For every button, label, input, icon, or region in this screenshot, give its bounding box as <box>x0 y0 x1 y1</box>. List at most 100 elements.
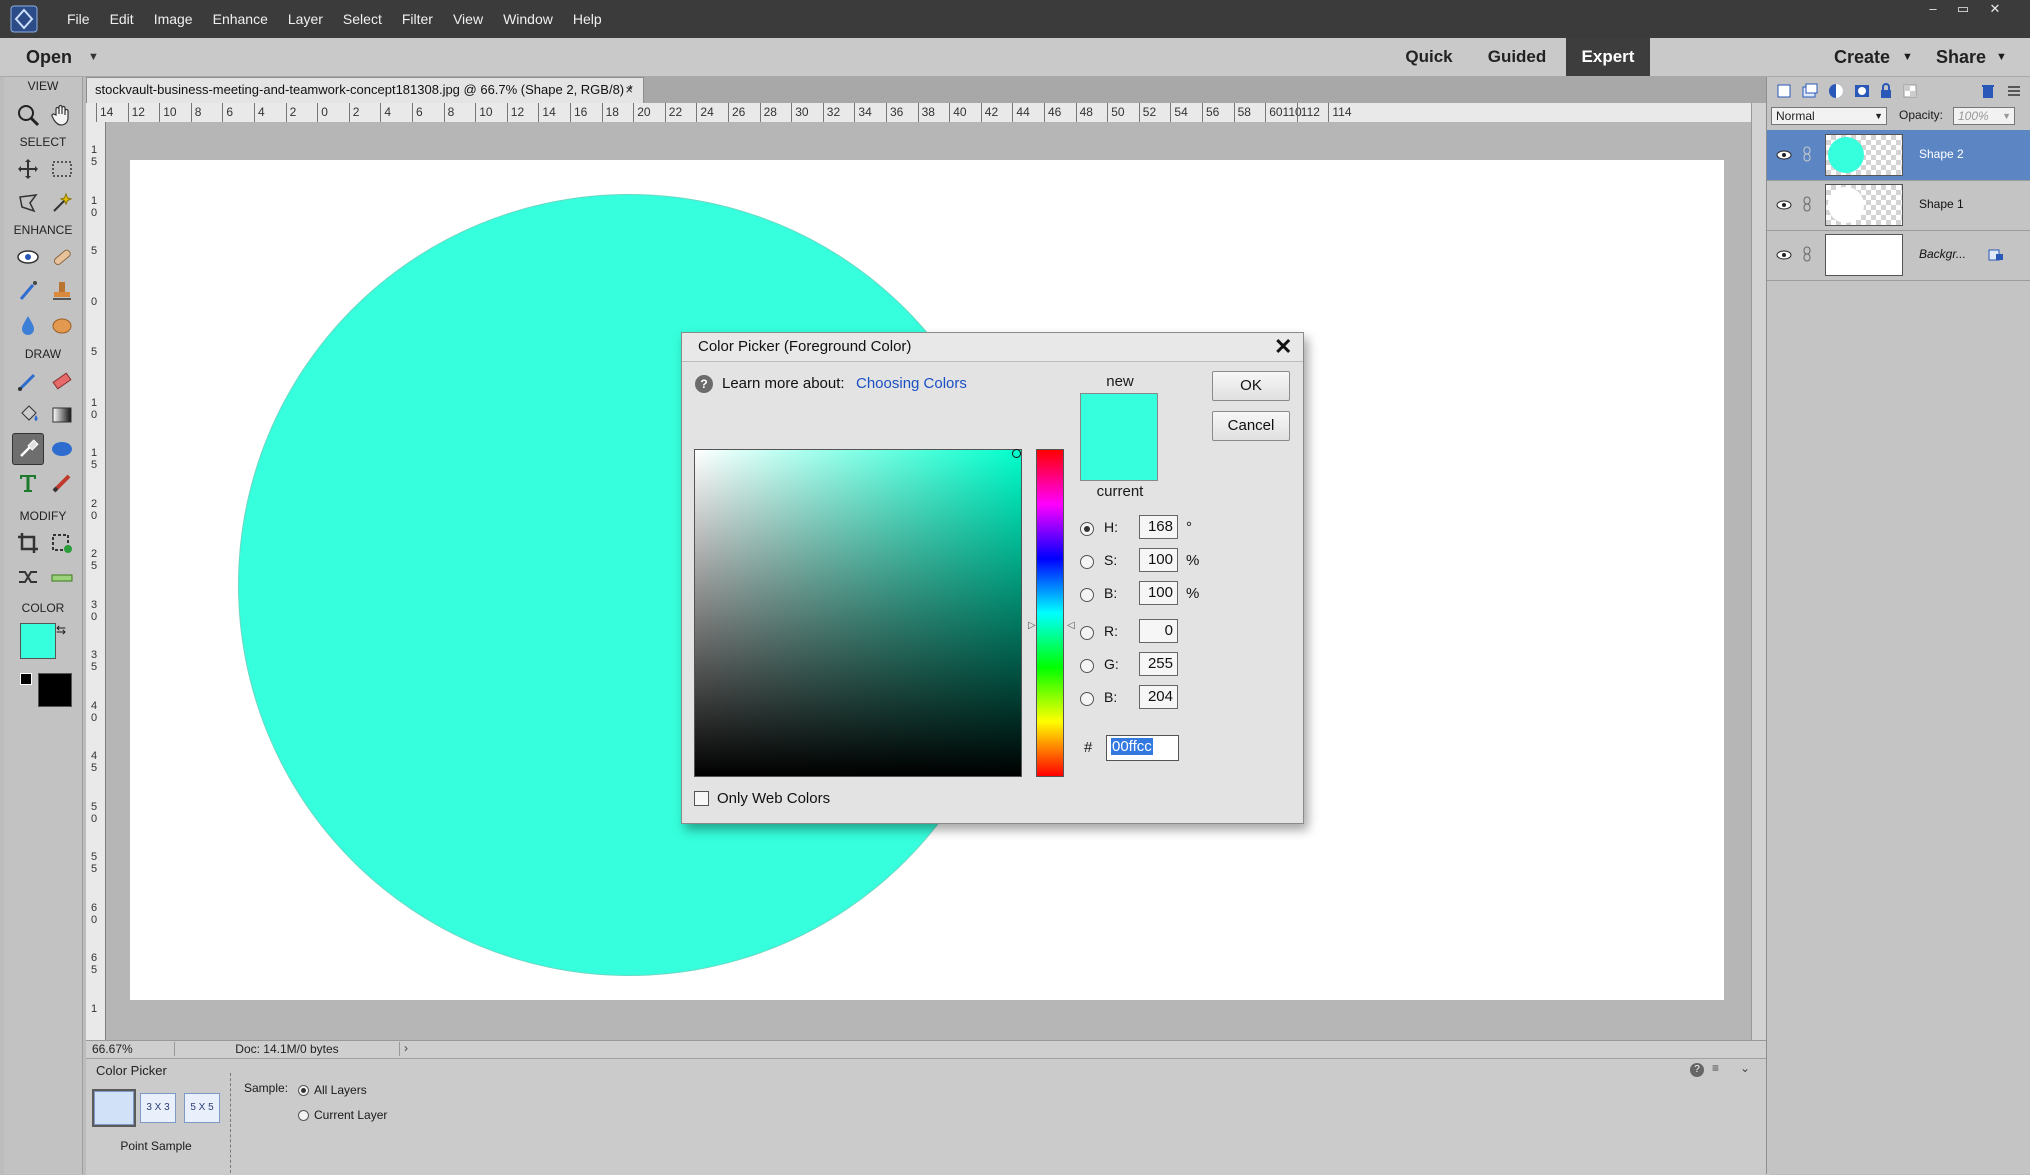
app-logo-icon[interactable] <box>10 5 38 33</box>
only-web-colors-label[interactable]: Only Web Colors <box>717 790 830 807</box>
paint-bucket-tool[interactable] <box>12 399 44 431</box>
new-group-icon[interactable] <box>1801 82 1819 100</box>
current-color-swatch[interactable] <box>1081 437 1157 480</box>
point-sample-button[interactable] <box>94 1091 134 1125</box>
link-icon[interactable] <box>1802 196 1812 212</box>
blur-tool[interactable] <box>12 309 44 341</box>
document-tab[interactable]: stockvault-business-meeting-and-teamwork… <box>86 77 644 103</box>
open-button[interactable]: Open <box>26 38 72 76</box>
menu-window[interactable]: Window <box>493 0 563 38</box>
only-web-colors-checkbox[interactable] <box>694 791 709 806</box>
share-button[interactable]: Share <box>1936 38 1986 76</box>
clone-stamp-tool[interactable] <box>46 275 78 307</box>
menu-filter[interactable]: Filter <box>392 0 443 38</box>
spot-healing-tool[interactable] <box>46 241 78 273</box>
brightness-input[interactable]: 100 <box>1139 581 1178 605</box>
saturation-input[interactable]: 100 <box>1139 548 1178 572</box>
lasso-tool[interactable] <box>12 187 44 219</box>
delete-layer-icon[interactable] <box>1979 82 1997 100</box>
brush-tool[interactable] <box>12 365 44 397</box>
eraser-tool[interactable] <box>46 365 78 397</box>
sample-5x5-button[interactable]: 5 X 5 <box>184 1093 220 1123</box>
new-layer-icon[interactable] <box>1775 82 1793 100</box>
menu-file[interactable]: File <box>57 0 100 38</box>
pencil-tool[interactable] <box>46 467 78 499</box>
sample-current-layer-label[interactable]: Current Layer <box>314 1108 387 1122</box>
link-icon[interactable] <box>1802 246 1812 262</box>
saturation-radio[interactable] <box>1080 555 1094 569</box>
maximize-button[interactable]: ▭ <box>1948 0 1978 18</box>
brightness-radio[interactable] <box>1080 588 1094 602</box>
hue-slider-left-arrow-icon[interactable]: ▷ <box>1028 620 1036 631</box>
green-radio[interactable] <box>1080 659 1094 673</box>
blue-radio[interactable] <box>1080 692 1094 706</box>
create-button[interactable]: Create <box>1834 38 1890 76</box>
mode-expert[interactable]: Expert <box>1566 38 1650 76</box>
sponge-tool[interactable] <box>46 309 78 341</box>
saturation-brightness-field[interactable] <box>694 449 1022 777</box>
layer-row-background[interactable]: Backgr... <box>1767 230 2030 281</box>
move-tool[interactable] <box>12 153 44 185</box>
link-icon[interactable] <box>1802 146 1812 162</box>
visibility-eye-icon[interactable] <box>1775 246 1793 264</box>
blue-input[interactable]: 204 <box>1139 685 1178 709</box>
options-menu-icon[interactable]: ≡ <box>1712 1061 1719 1075</box>
hue-slider-right-arrow-icon[interactable]: ◁ <box>1067 620 1075 631</box>
menu-select[interactable]: Select <box>333 0 392 38</box>
status-menu-arrow-icon[interactable]: › <box>404 1041 408 1055</box>
sample-all-layers-label[interactable]: All Layers <box>314 1083 367 1097</box>
layer-name[interactable]: Shape 2 <box>1919 147 1964 161</box>
opacity-field[interactable]: 100% ▼ <box>1953 107 2015 125</box>
dialog-close-icon[interactable]: ✕ <box>1274 334 1292 360</box>
mode-quick[interactable]: Quick <box>1392 38 1466 76</box>
menu-view[interactable]: View <box>443 0 493 38</box>
choosing-colors-link[interactable]: Choosing Colors <box>856 375 967 392</box>
lock-transparency-icon[interactable] <box>1901 82 1919 100</box>
straighten-tool[interactable] <box>46 561 78 593</box>
menu-edit[interactable]: Edit <box>100 0 144 38</box>
hue-input[interactable]: 168 <box>1139 515 1178 539</box>
marquee-tool[interactable] <box>46 153 78 185</box>
eyedropper-tool[interactable] <box>12 433 44 465</box>
hue-radio[interactable] <box>1080 522 1094 536</box>
menu-image[interactable]: Image <box>144 0 203 38</box>
sample-all-layers-radio[interactable] <box>298 1085 309 1096</box>
layer-name[interactable]: Backgr... <box>1919 247 1966 261</box>
zoom-level[interactable]: 66.67% <box>92 1042 133 1056</box>
magic-wand-tool[interactable] <box>46 187 78 219</box>
menu-help[interactable]: Help <box>563 0 612 38</box>
foreground-color-swatch[interactable] <box>20 623 56 659</box>
lock-icon[interactable] <box>1877 82 1895 100</box>
collapse-chevron-icon[interactable]: ⌄ <box>1740 1061 1750 1075</box>
tab-close-icon[interactable]: × <box>625 78 633 102</box>
menu-enhance[interactable]: Enhance <box>203 0 278 38</box>
sample-3x3-button[interactable]: 3 X 3 <box>140 1093 176 1123</box>
layer-mask-icon[interactable] <box>1853 82 1871 100</box>
smart-brush-tool[interactable] <box>12 275 44 307</box>
ok-button[interactable]: OK <box>1212 371 1290 401</box>
share-dropdown-icon[interactable]: ▼ <box>1996 38 2007 76</box>
visibility-eye-icon[interactable] <box>1775 146 1793 164</box>
panel-menu-icon[interactable] <box>2005 82 2023 100</box>
content-aware-move-tool[interactable] <box>12 561 44 593</box>
red-eye-tool[interactable] <box>12 241 44 273</box>
visibility-eye-icon[interactable] <box>1775 196 1793 214</box>
hue-slider[interactable] <box>1036 449 1064 777</box>
layer-row-shape-2[interactable]: Shape 2 <box>1767 130 2030 181</box>
red-radio[interactable] <box>1080 626 1094 640</box>
help-icon[interactable]: ? <box>1690 1063 1704 1077</box>
zoom-tool[interactable] <box>12 99 44 131</box>
layer-name[interactable]: Shape 1 <box>1919 197 1964 211</box>
background-lock-icon[interactable] <box>1987 246 2005 264</box>
close-window-button[interactable]: ✕ <box>1980 0 2010 18</box>
type-tool[interactable] <box>12 467 44 499</box>
help-question-icon[interactable]: ? <box>695 375 713 393</box>
menu-layer[interactable]: Layer <box>278 0 333 38</box>
green-input[interactable]: 255 <box>1139 652 1178 676</box>
red-input[interactable]: 0 <box>1139 619 1178 643</box>
adjustment-layer-icon[interactable] <box>1827 82 1845 100</box>
sample-current-layer-radio[interactable] <box>298 1110 309 1121</box>
gradient-tool[interactable] <box>46 399 78 431</box>
background-color-swatch[interactable] <box>38 673 72 707</box>
ellipse-shape-tool[interactable] <box>46 433 78 465</box>
